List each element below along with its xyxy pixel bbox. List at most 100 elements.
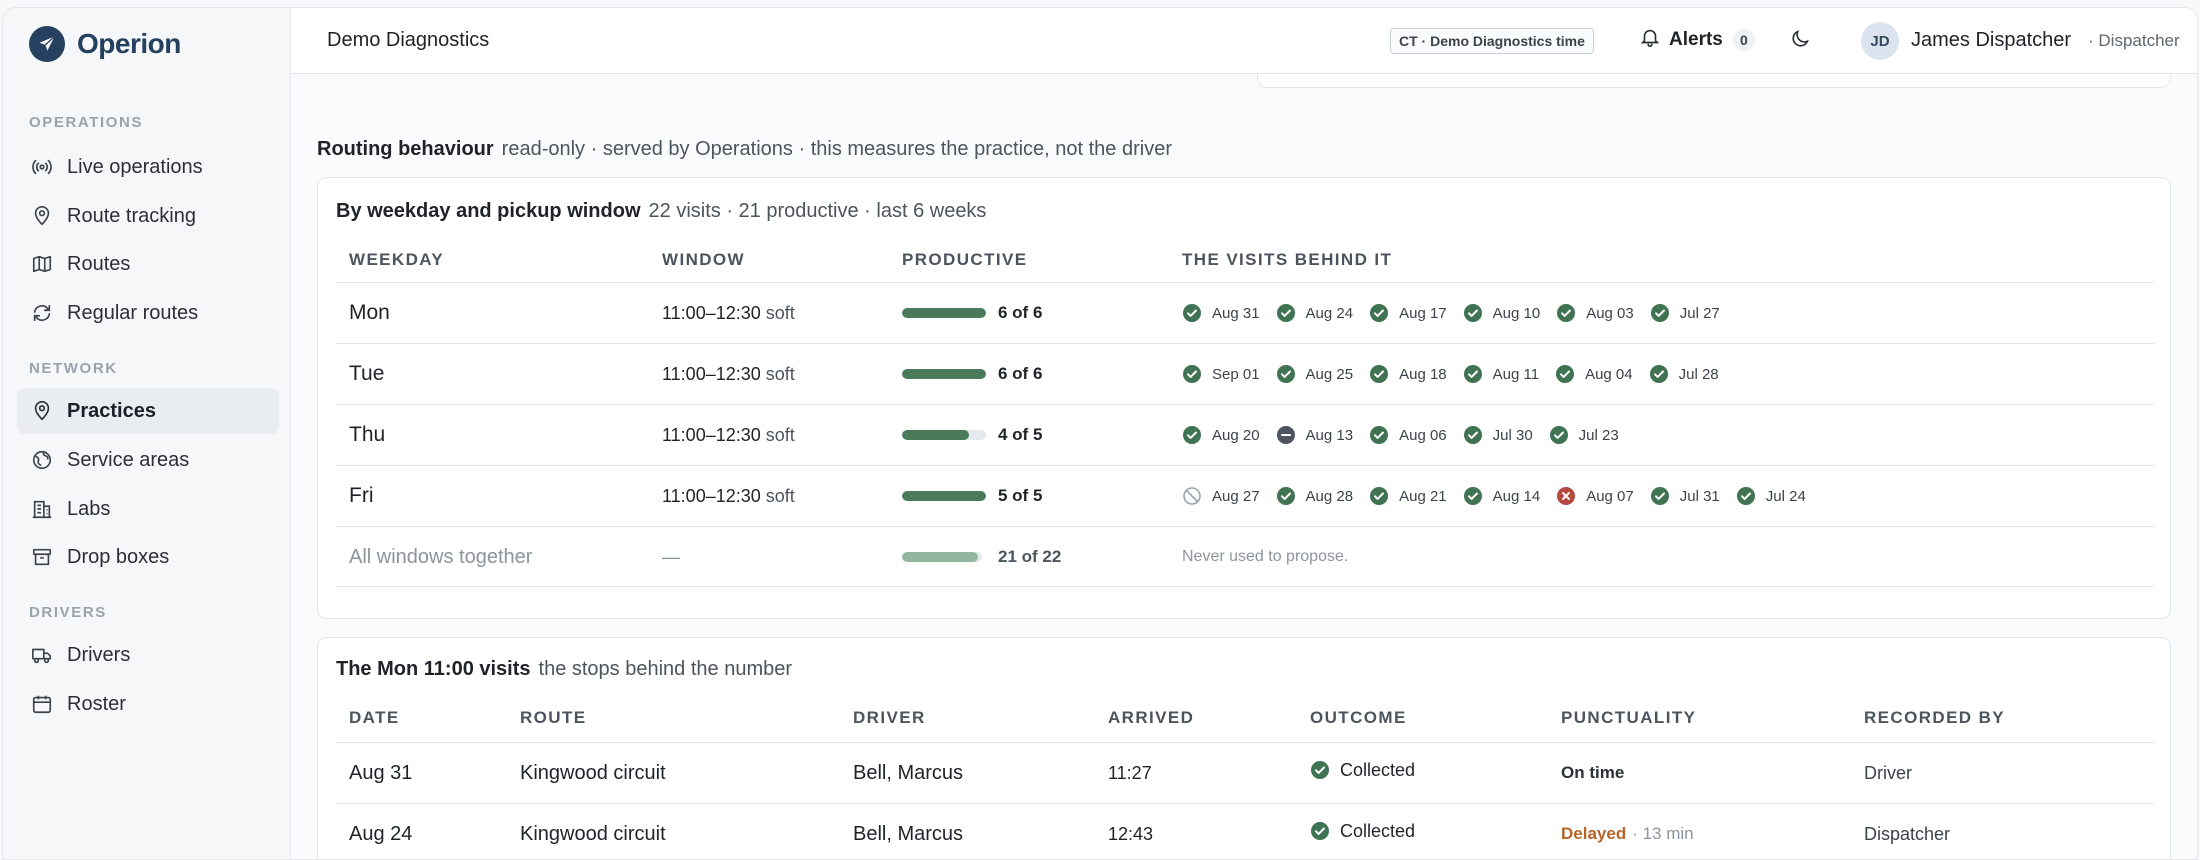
visit-chip[interactable]: Jul 28 [1649, 364, 1719, 384]
visit-chip[interactable]: Jul 27 [1650, 303, 1720, 323]
sidebar-item-drivers[interactable]: Drivers [17, 632, 279, 678]
sidebar-item-drop-boxes[interactable]: Drop boxes [17, 534, 279, 580]
visit-chip[interactable]: Aug 24 [1276, 303, 1353, 323]
sidebar-item-regular-routes[interactable]: Regular routes [17, 290, 279, 336]
brand[interactable]: Operion [29, 26, 181, 62]
app-window: Operion OPERATIONS Live operations Route… [2, 7, 2198, 860]
visit-date: Jul 24 [1765, 487, 1806, 505]
card-title: The Mon 11:00 visits the stops behind the… [336, 658, 792, 681]
window-cell: 11:00–12:30 soft [662, 405, 795, 465]
visit-chip[interactable]: Sep 01 [1182, 364, 1260, 384]
sidebar-item-practices[interactable]: Practices [17, 388, 279, 434]
summary-window: — [662, 546, 680, 567]
table-row[interactable]: Aug 24 Kingwood circuit Bell, Marcus 12:43 C… [336, 803, 2154, 859]
productive-bar-fill [902, 369, 986, 379]
arrived-cell: 12:43 [1108, 823, 1154, 844]
alerts-label: Alerts [1669, 28, 1723, 50]
visit-chip[interactable]: Aug 31 [1182, 303, 1260, 323]
sidebar-item-route-tracking[interactable]: Route tracking [17, 193, 279, 239]
punctuality-cell: On time [1561, 743, 1624, 803]
productive-cell: 21 of 22 [902, 527, 1061, 587]
visit-chip[interactable]: Aug 06 [1369, 425, 1447, 445]
productive-bar-fill [902, 491, 986, 501]
visit-chip[interactable]: Aug 18 [1369, 364, 1447, 384]
window-time: 11:00–12:30 [662, 363, 761, 384]
table-row[interactable]: Mon 11:00–12:30 soft 6 of 6 Aug 31 Aug 24 Aug… [336, 282, 2154, 343]
table-row[interactable]: Tue 11:00–12:30 soft 6 of 6 Sep 01 Aug 25 Aug… [336, 343, 2154, 404]
calendar-icon [31, 693, 53, 715]
visit-chip[interactable]: Aug 03 [1556, 303, 1634, 323]
truck-icon [31, 644, 53, 666]
check-circle-icon [1369, 303, 1399, 323]
productive-bar [902, 430, 986, 440]
check-circle-icon [1649, 364, 1679, 384]
window-type: soft [765, 302, 795, 323]
visit-chip[interactable]: Aug 07 [1556, 486, 1634, 506]
column-header-arrived: ARRIVED [1108, 708, 1195, 727]
visit-chip[interactable]: Jul 23 [1549, 425, 1619, 445]
visits-cell: Aug 20 Aug 13 Aug 06 Jul 30 Jul 23 [1182, 405, 1635, 465]
delay-minutes: · 13 min [1632, 824, 1694, 843]
recorded-by-cell: Driver [1864, 762, 1912, 783]
check-circle-icon [1736, 486, 1766, 506]
nav-section-operations: OPERATIONS [29, 114, 144, 131]
sidebar-item-live-operations[interactable]: Live operations [17, 144, 279, 190]
visit-chip[interactable]: Aug 28 [1276, 486, 1353, 506]
visit-chip[interactable]: Jul 31 [1650, 486, 1720, 506]
sidebar-item-routes[interactable]: Routes [17, 241, 279, 287]
column-header-recorded-by: RECORDED BY [1864, 708, 2006, 727]
visit-date: Aug 04 [1585, 365, 1633, 383]
sidebar-item-roster[interactable]: Roster [17, 681, 279, 727]
user-role: · Dispatcher [2088, 31, 2180, 50]
sidebar-item-labs[interactable]: Labs [17, 486, 279, 532]
window-type: soft [765, 363, 795, 384]
date-cell: Aug 24 [349, 822, 413, 845]
alerts-button[interactable]: Alerts 0 [1639, 26, 1755, 53]
window-cell: 11:00–12:30 soft [662, 344, 795, 404]
visit-chip[interactable]: Aug 21 [1369, 486, 1447, 506]
punctuality-cell: Delayed · 13 min [1561, 804, 1694, 859]
check-circle-icon [1463, 364, 1493, 384]
window-time: 11:00–12:30 [662, 485, 761, 506]
check-circle-icon [1310, 760, 1340, 780]
driver-cell[interactable]: Bell, Marcus [853, 804, 963, 859]
check-circle-icon [1650, 486, 1680, 506]
driver-cell[interactable]: Bell, Marcus [853, 743, 963, 803]
route-cell[interactable]: Kingwood circuit [520, 804, 666, 859]
table-row[interactable]: Aug 31 Kingwood circuit Bell, Marcus 11:27 C… [336, 742, 2154, 803]
check-circle-icon [1369, 425, 1399, 445]
window-cell: 11:00–12:30 soft [662, 466, 795, 526]
table-row[interactable]: Thu 11:00–12:30 soft 4 of 5 Aug 20 Aug 13 Aug… [336, 404, 2154, 465]
visit-chip[interactable]: Jul 30 [1463, 425, 1533, 445]
weekday-cell: Tue [349, 362, 385, 385]
location-pin-icon [31, 205, 53, 227]
sidebar-item-label: Labs [67, 497, 111, 520]
visit-chip[interactable]: Aug 14 [1463, 486, 1540, 506]
route-cell[interactable]: Kingwood circuit [520, 743, 666, 803]
table-row[interactable]: Fri 11:00–12:30 soft 5 of 5 Aug 27 Aug 28 Aug… [336, 465, 2154, 526]
globe-icon [31, 449, 53, 471]
productive-bar-fill [902, 308, 986, 318]
productive-bar [902, 369, 986, 379]
weekday-cell: Thu [349, 423, 386, 446]
visit-chip[interactable]: Aug 13 [1276, 425, 1353, 445]
window-time: 11:00–12:30 [662, 302, 761, 323]
column-header-date: DATE [349, 708, 400, 727]
visit-chip[interactable]: Jul 24 [1736, 486, 1806, 506]
productive-cell: 5 of 5 [902, 466, 1042, 526]
arrived-cell: 11:27 [1108, 762, 1152, 783]
visit-chip[interactable]: Aug 20 [1182, 425, 1260, 445]
outcome-label: Collected [1340, 820, 1416, 841]
visit-chip[interactable]: Aug 10 [1463, 303, 1540, 323]
visit-chip[interactable]: Aug 11 [1463, 364, 1539, 384]
sidebar-item-service-areas[interactable]: Service areas [17, 437, 279, 483]
visit-chip[interactable]: Aug 17 [1369, 303, 1447, 323]
card-title-text: By weekday and pickup window [336, 200, 641, 222]
visit-chip[interactable]: Aug 04 [1555, 364, 1633, 384]
visit-chip[interactable]: Aug 25 [1276, 364, 1353, 384]
visit-chip[interactable]: Aug 27 [1182, 486, 1260, 506]
productive-bar-fill [902, 430, 970, 440]
user-name[interactable]: James Dispatcher [1911, 29, 2071, 52]
moon-icon[interactable] [1789, 28, 1811, 55]
avatar[interactable]: JD [1861, 22, 1899, 60]
